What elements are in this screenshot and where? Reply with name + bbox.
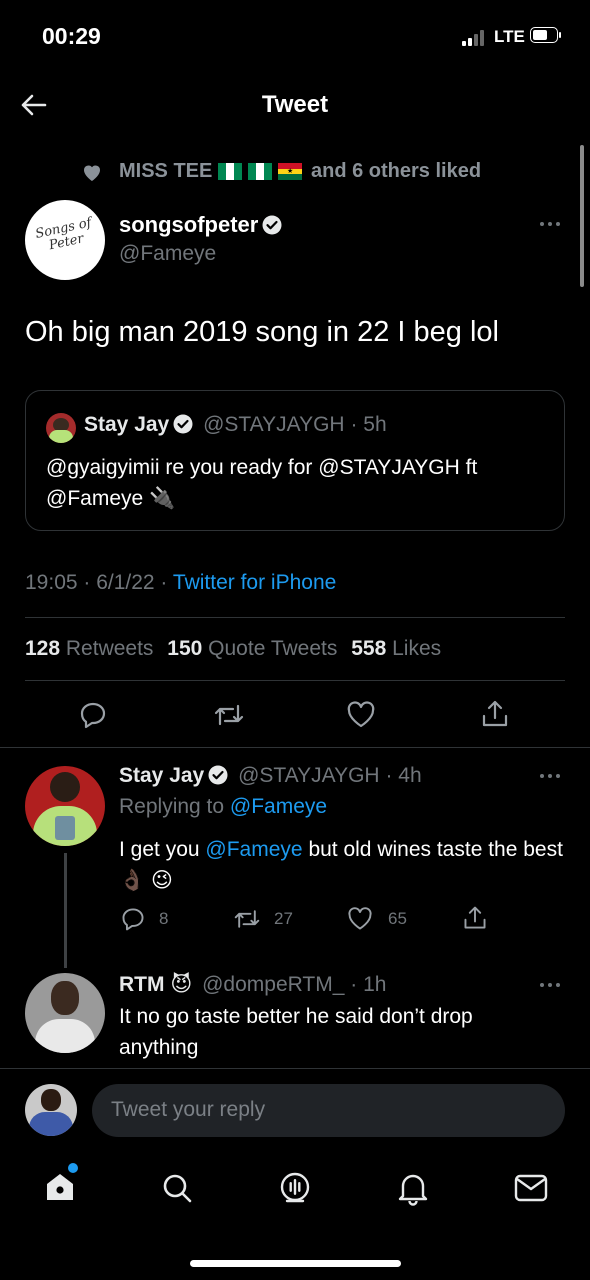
reply-text: It no go taste better he said don’t drop… xyxy=(119,1005,473,1059)
reply-display-name[interactable]: RTM xyxy=(119,973,165,996)
battery-icon xyxy=(530,27,562,45)
page-title: Tweet xyxy=(261,91,329,118)
reply-count: 8 xyxy=(159,909,169,928)
more-options-icon[interactable] xyxy=(540,981,564,989)
reply-tweet[interactable]: RTM 😈 @dompeRTM_ · 1h It no go taste bet… xyxy=(0,963,590,1068)
devil-emoji-icon: 😈 xyxy=(170,973,193,996)
network-label: LTE xyxy=(494,27,525,46)
quoted-text: @gyaigyimii re you ready for @STAYJAYGH … xyxy=(46,456,478,510)
reply-icon[interactable] xyxy=(120,906,146,932)
quoted-avatar xyxy=(46,413,76,443)
social-context-suffix: and 6 others liked xyxy=(311,160,482,182)
retweet-icon[interactable] xyxy=(212,700,246,730)
more-options-icon[interactable] xyxy=(540,772,564,780)
author-name-text: songsofpeter xyxy=(119,212,259,237)
author-handle[interactable]: @Fameye xyxy=(119,242,216,266)
verified-badge-icon xyxy=(173,414,193,434)
tweet-timestamp: 19:05 · 6/1/22 · Twitter for iPhone xyxy=(25,571,337,594)
retweet-icon[interactable] xyxy=(232,906,262,932)
reply-icon[interactable] xyxy=(78,700,108,730)
reply-author: Stay Jay @STAYJAYGH · 4h xyxy=(119,764,422,788)
quoted-author: Stay Jay @STAYJAYGH · 5h xyxy=(84,413,387,437)
user-avatar[interactable] xyxy=(25,1084,77,1136)
like-icon[interactable] xyxy=(346,906,374,932)
likes-stat[interactable]: 558 Likes xyxy=(351,637,441,660)
quoted-display-name: Stay Jay xyxy=(84,413,170,436)
search-icon[interactable] xyxy=(160,1171,194,1205)
quoted-tweet-card[interactable]: Stay Jay @STAYJAYGH · 5h @gyaigyimii re … xyxy=(25,390,565,531)
tweet-text: Oh big man 2019 song in 22 I beg lol xyxy=(25,316,499,348)
nigeria-flag-icon xyxy=(218,163,242,180)
like-count: 65 xyxy=(388,909,407,928)
signal-icon xyxy=(462,28,490,46)
thread-line xyxy=(64,853,67,968)
reply-text: I get you @Fameye but old wines taste th… xyxy=(119,838,563,892)
home-indicator[interactable] xyxy=(190,1260,401,1267)
replying-to: Replying to @Fameye xyxy=(119,795,328,818)
divider xyxy=(25,617,565,618)
reply-handle[interactable]: @STAYJAYGH xyxy=(238,764,380,787)
home-icon[interactable] xyxy=(43,1163,78,1204)
divider xyxy=(25,680,565,681)
ghana-flag-icon: ★ xyxy=(278,163,302,181)
reaction-emoji-icon: 👌🏿 😉 xyxy=(119,869,173,892)
reply-time: · 1h xyxy=(350,973,387,996)
tweet-stats: 128 Retweets 150 Quote Tweets 558 Likes xyxy=(25,637,441,661)
quoted-handle: @STAYJAYGH xyxy=(203,413,345,436)
share-icon[interactable] xyxy=(480,698,510,730)
retweet-count: 27 xyxy=(274,909,293,928)
nigeria-flag-icon xyxy=(248,163,272,180)
verified-badge-icon xyxy=(262,215,282,235)
reply-handle[interactable]: @dompeRTM_ xyxy=(202,973,344,996)
social-context-name: MISS TEE xyxy=(119,160,213,182)
reply-display-name[interactable]: Stay Jay xyxy=(119,764,204,787)
scrollbar[interactable] xyxy=(580,145,584,287)
like-icon[interactable] xyxy=(345,700,377,730)
reply-input[interactable]: Tweet your reply xyxy=(92,1084,565,1137)
avatar[interactable] xyxy=(25,973,105,1053)
reply-time: · 4h xyxy=(385,764,422,787)
quoted-time: · 5h xyxy=(350,413,387,436)
avatar-logo: Songs of Peter xyxy=(34,215,93,254)
retweets-stat[interactable]: 128 Retweets xyxy=(25,637,153,660)
mention-link[interactable]: @gyaigyimii xyxy=(46,456,160,479)
mention-link[interactable]: @Fameye xyxy=(46,487,143,510)
plug-emoji-icon: 🔌 xyxy=(149,487,176,510)
mention-link[interactable]: @Fameye xyxy=(205,838,302,861)
verified-badge-icon xyxy=(208,765,228,785)
status-bar: 00:29 LTE xyxy=(0,0,590,70)
tweet-source-link[interactable]: Twitter for iPhone xyxy=(173,571,336,594)
share-icon[interactable] xyxy=(462,904,488,932)
divider xyxy=(0,1068,590,1069)
mention-link[interactable]: @Fameye xyxy=(230,795,327,818)
spaces-icon[interactable] xyxy=(277,1170,313,1206)
mention-link[interactable]: @STAYJAYGH xyxy=(318,456,460,479)
quote-tweets-stat[interactable]: 150 Quote Tweets xyxy=(167,637,337,660)
author-display-name[interactable]: songsofpeter xyxy=(119,212,282,238)
status-time: 00:29 xyxy=(42,23,101,49)
avatar[interactable] xyxy=(25,766,105,846)
more-options-icon[interactable] xyxy=(540,220,564,228)
reply-tweet[interactable]: Stay Jay @STAYJAYGH · 4h Replying to @Fa… xyxy=(0,748,590,968)
reply-author: RTM 😈 @dompeRTM_ · 1h xyxy=(119,972,386,997)
heart-filled-icon xyxy=(80,160,104,184)
avatar[interactable]: Songs of Peter xyxy=(25,200,105,280)
messages-icon[interactable] xyxy=(513,1172,549,1204)
notifications-bell-icon[interactable] xyxy=(396,1170,430,1206)
reply-input-placeholder: Tweet your reply xyxy=(111,1098,266,1121)
notification-dot xyxy=(68,1163,78,1173)
